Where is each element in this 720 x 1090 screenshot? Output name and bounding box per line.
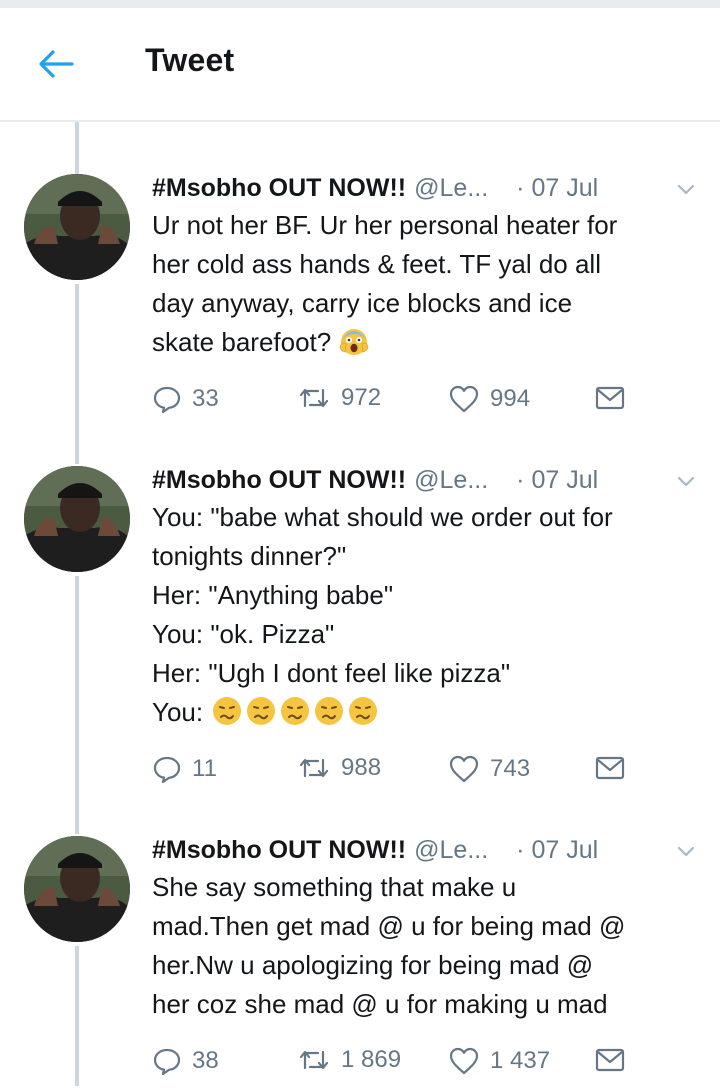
heart-icon (449, 1047, 479, 1075)
tweet-text-line: Her: "Ugh I dont feel like pizza" (152, 658, 511, 688)
reply-count: 11 (192, 755, 217, 782)
tweet-text-line: her coz she mad @ u for making u mad (152, 989, 608, 1019)
tweet-date[interactable]: · 07 Jul (516, 462, 598, 498)
share-button[interactable] (594, 754, 626, 782)
share-icon (595, 386, 625, 410)
retweet-icon (299, 758, 329, 778)
reply-count: 33 (192, 385, 219, 412)
avatar[interactable] (24, 174, 130, 280)
page-title: Tweet (145, 42, 235, 78)
chevron-down-icon[interactable] (675, 470, 697, 492)
author-handle[interactable]: @Le... (414, 832, 488, 868)
tweet-text-line: She say something that make u (152, 872, 517, 902)
avatar[interactable] (24, 466, 130, 572)
retweet-button[interactable]: 972 (297, 384, 381, 412)
reply-icon (153, 386, 181, 414)
tweet-text: You: "babe what should we order out for … (152, 498, 697, 732)
avatar[interactable] (24, 836, 130, 942)
author-name[interactable]: #Msobho OUT NOW!! (152, 832, 406, 868)
screaming-face-emoji-icon (340, 329, 369, 355)
share-icon (595, 756, 625, 780)
tweet-text-line: her cold ass hands & feet. TF yal do all (152, 249, 601, 279)
back-button[interactable] (34, 44, 78, 84)
tweet-actions: 38 1 869 1 437 (152, 1046, 632, 1082)
author-handle[interactable]: @Le... (414, 462, 488, 498)
avatar-image (24, 466, 130, 572)
retweet-icon (299, 388, 329, 408)
tweet-text-line: tonights dinner?" (152, 541, 347, 571)
tweet-text-line: mad.Then get mad @ u for being mad @ (152, 911, 626, 941)
chevron-down-icon[interactable] (675, 178, 697, 200)
avatar-image (24, 174, 130, 280)
heart-icon (449, 385, 479, 413)
retweet-button[interactable]: 988 (297, 754, 381, 782)
confused-face-emoji-icon (213, 697, 242, 725)
like-count: 743 (490, 755, 531, 782)
thread-line (75, 284, 79, 464)
thread-line (75, 122, 79, 174)
tweet-text-line: day anyway, carry ice blocks and ice (152, 288, 573, 318)
retweet-button[interactable]: 1 869 (297, 1046, 401, 1074)
share-button[interactable] (594, 384, 626, 412)
author-name[interactable]: #Msobho OUT NOW!! (152, 170, 406, 206)
share-icon (595, 1048, 625, 1072)
arrow-left-icon (39, 50, 74, 78)
tweet-text-line: You: (152, 697, 204, 727)
tweet-actions: 11 988 743 (152, 754, 632, 790)
status-strip (0, 0, 720, 8)
reply-icon (153, 1048, 181, 1076)
tweet-text-line: Her: "Anything babe" (152, 580, 394, 610)
retweet-count: 1 869 (341, 1046, 402, 1073)
confused-face-emoji-icon (315, 697, 344, 725)
avatar-image (24, 836, 130, 942)
confused-face-emoji-icon (349, 697, 378, 725)
heart-icon (449, 755, 479, 783)
reply-icon (153, 756, 181, 784)
confused-face-emoji-icon (281, 697, 310, 725)
like-button[interactable]: 994 (448, 384, 530, 414)
author-name[interactable]: #Msobho OUT NOW!! (152, 462, 406, 498)
confused-face-emoji-row (210, 693, 380, 732)
like-button[interactable]: 1 437 (448, 1046, 550, 1076)
chevron-down-icon[interactable] (675, 840, 697, 862)
retweet-count: 988 (341, 754, 382, 781)
reply-count: 38 (192, 1047, 219, 1074)
tweet-actions: 33 972 994 (152, 384, 632, 420)
like-count: 1 437 (490, 1047, 551, 1074)
tweet-text-line: skate barefoot? (152, 327, 332, 357)
reply-button[interactable]: 11 (152, 754, 217, 784)
tweet-text-line: Ur not her BF. Ur her personal heater fo… (152, 210, 618, 240)
confused-face-emoji-icon (247, 697, 276, 725)
tweet-text-line: her.Nw u apologizing for being mad @ (152, 950, 594, 980)
tweet-date[interactable]: · 07 Jul (516, 170, 598, 206)
thread-line (75, 576, 79, 834)
reply-button[interactable]: 38 (152, 1046, 219, 1076)
share-button[interactable] (594, 1046, 626, 1074)
tweet-date[interactable]: · 07 Jul (516, 832, 598, 868)
thread-line (75, 946, 79, 1086)
tweet-text-line: You: "ok. Pizza" (152, 619, 335, 649)
author-handle[interactable]: @Le... (414, 170, 488, 206)
reply-button[interactable]: 33 (152, 384, 219, 414)
tweet-text: She say something that make u mad.Then g… (152, 868, 697, 1024)
tweet-text: Ur not her BF. Ur her personal heater fo… (152, 206, 697, 362)
app-header: Tweet (0, 8, 720, 122)
like-count: 994 (490, 385, 531, 412)
retweet-icon (299, 1050, 329, 1070)
retweet-count: 972 (341, 384, 382, 411)
like-button[interactable]: 743 (448, 754, 530, 784)
tweet-text-line: You: "babe what should we order out for (152, 502, 613, 532)
